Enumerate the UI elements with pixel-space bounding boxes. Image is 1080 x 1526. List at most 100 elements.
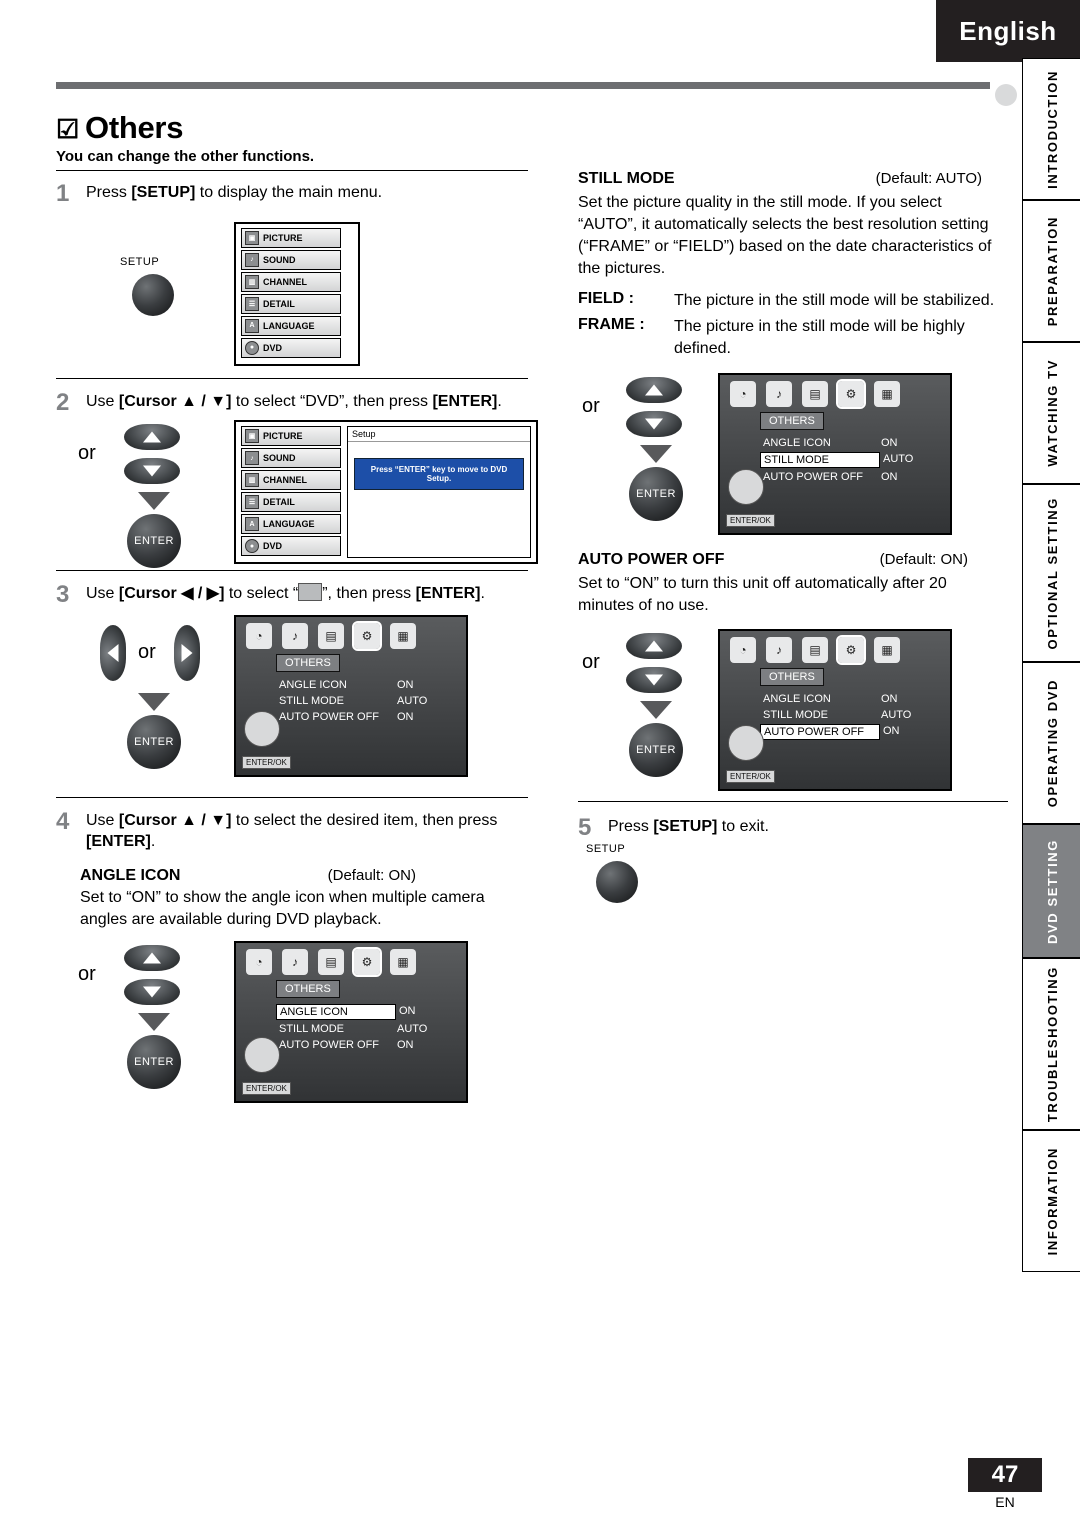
sound-osd-icon[interactable]: ♪ (282, 949, 308, 976)
osd-row-angle-icon-selected[interactable]: ANGLE ICON ON (276, 1004, 466, 1021)
channel-icon: ▥ (245, 274, 259, 289)
step-5-text: Press [SETUP] to exit. (608, 817, 769, 835)
display-osd-icon[interactable]: ▤ (318, 622, 344, 649)
sidebar-item-troubleshooting[interactable]: TROUBLESHOOTING (1022, 958, 1080, 1130)
cursor-up-button[interactable] (124, 945, 180, 972)
setup-menu-mockup-1: ▣ PICTURE ♪ SOUND ▥ CHANNEL ☰ DETAIL A LANGUA… (234, 221, 360, 366)
still-mode-heading-row: STILL MODE (Default: AUTO) (578, 170, 1008, 188)
sidebar-item-watching-tv[interactable]: WATCHING TV (1022, 342, 1080, 484)
still-mode-name: STILL MODE (578, 170, 675, 187)
page-number: 47 (968, 1458, 1042, 1492)
angle-icon-description: Set to “ON” to show the angle icon when … (80, 888, 485, 929)
setup-menu-item-picture[interactable]: ▣ PICTURE (241, 426, 341, 447)
divider-left-2 (56, 377, 528, 379)
cursor-down-button[interactable] (626, 666, 682, 693)
display-osd-icon[interactable]: ▤ (318, 949, 344, 976)
osd-icon-bar: ◔ ♪ ▤ ⚙ ▦ (236, 943, 466, 979)
cursor-up-button[interactable] (124, 424, 180, 451)
osd-row-angle-icon[interactable]: ANGLE ICON ON (760, 692, 950, 706)
step-3-number: 3 (56, 581, 70, 609)
osd-row-auto-power-off[interactable]: AUTO POWER OFF ON (276, 710, 466, 724)
angle-icon-name: ANGLE ICON (80, 866, 181, 884)
enter-button[interactable]: ENTER (629, 466, 683, 521)
field-option-text: The picture in the still mode will be st… (674, 292, 995, 310)
sidebar-item-information[interactable]: INFORMATION (1022, 1130, 1080, 1272)
setup-button[interactable] (132, 273, 174, 316)
setup-menu-item-sound[interactable]: ♪ SOUND (241, 448, 341, 469)
osd-row-auto-power-off[interactable]: AUTO POWER OFF ON (760, 470, 950, 484)
sidebar-item-optional-setting[interactable]: OPTIONAL SETTING (1022, 484, 1080, 662)
page-title-text: Others (85, 110, 184, 145)
sound-osd-icon[interactable]: ♪ (766, 380, 792, 407)
setup-menu-item-picture[interactable]: ▣ PICTURE (241, 227, 341, 248)
cursor-down-button[interactable] (124, 458, 180, 485)
setup-menu-item-dvd[interactable]: ● DVD (241, 337, 341, 358)
enter-button[interactable]: ENTER (127, 1035, 181, 1090)
still-mode-default: (Default: AUTO) (875, 170, 982, 187)
rating-osd-icon[interactable]: ▦ (390, 622, 416, 649)
rating-osd-icon[interactable]: ▦ (874, 636, 900, 663)
cursor-left-button[interactable] (100, 624, 126, 681)
picture-osd-icon[interactable]: ◔ (730, 380, 756, 407)
language-icon: A (245, 318, 259, 333)
enter-button[interactable]: ENTER (127, 514, 181, 569)
sidebar-item-introduction[interactable]: INTRODUCTION (1022, 58, 1080, 200)
display-osd-icon[interactable]: ▤ (802, 636, 828, 663)
sidebar-item-dvd-setting[interactable]: DVD SETTING (1022, 824, 1080, 958)
sound-osd-icon[interactable]: ♪ (766, 636, 792, 663)
osd-title: OTHERS (276, 653, 340, 672)
picture-icon: ▣ (245, 429, 259, 444)
step-2-or-label: or (78, 442, 96, 465)
setup-button[interactable] (596, 861, 638, 904)
cursor-down-button[interactable] (124, 979, 180, 1006)
enter-button[interactable]: ENTER (127, 714, 181, 769)
setup-menu-item-dvd-selected[interactable]: ● DVD (241, 536, 341, 557)
osd-row-angle-icon[interactable]: ANGLE ICON ON (760, 436, 950, 450)
setup-menu-item-language[interactable]: A LANGUAGE (241, 514, 341, 535)
step-2: 2 Use [Cursor ▲ / ▼] to select “DVD”, th… (56, 389, 536, 416)
auto-power-off-description: Set to “ON” to turn this unit off automa… (578, 574, 947, 614)
checkbox-mark-icon: ☑ (56, 114, 80, 144)
osd-dpad-icon (728, 468, 764, 505)
osd-row-still-mode[interactable]: STILL MODE AUTO (276, 694, 466, 708)
sidebar-item-operating-dvd[interactable]: OPERATING DVD (1022, 662, 1080, 824)
step-4: 4 Use [Cursor ▲ / ▼] to select the desir… (56, 808, 536, 853)
osd-row-angle-icon[interactable]: ANGLE ICON ON (276, 678, 466, 692)
setup-menu-item-language[interactable]: A LANGUAGE (241, 315, 341, 336)
osd-rows: ANGLE ICON ON STILL MODE AUTO AUTO POWER O… (276, 678, 466, 724)
setup-menu-item-detail[interactable]: ☰ DETAIL (241, 492, 341, 513)
picture-osd-icon[interactable]: ◔ (246, 949, 272, 976)
setup-menu-item-sound[interactable]: ♪ SOUND (241, 249, 341, 270)
manual-page: English ☑ Others You can change the other… (0, 0, 1080, 1526)
divider-right-1 (578, 800, 1008, 802)
cursor-right-button[interactable] (174, 624, 200, 681)
cursor-down-button[interactable] (626, 410, 682, 437)
osd-enter-ok-label: ENTER/OK (726, 769, 775, 783)
osd-row-still-mode[interactable]: STILL MODE AUTO (276, 1022, 466, 1036)
osd-row-still-mode[interactable]: STILL MODE AUTO (760, 708, 950, 722)
picture-osd-icon[interactable]: ◔ (246, 622, 272, 649)
display-osd-icon[interactable]: ▤ (802, 380, 828, 407)
rating-osd-icon[interactable]: ▦ (390, 949, 416, 976)
sound-osd-icon[interactable]: ♪ (282, 622, 308, 649)
setup-menu-item-channel[interactable]: ▥ CHANNEL (241, 271, 341, 292)
others-osd-icon[interactable]: ⚙ (352, 947, 382, 978)
step-5: 5 Press [SETUP] to exit. (578, 814, 1008, 841)
sidebar-item-preparation[interactable]: PREPARATION (1022, 200, 1080, 342)
rating-osd-icon[interactable]: ▦ (874, 380, 900, 407)
others-osd-icon[interactable]: ⚙ (352, 620, 382, 651)
setup-menu-item-channel[interactable]: ▥ CHANNEL (241, 470, 341, 491)
others-osd-icon[interactable]: ⚙ (836, 634, 866, 665)
side-tab-column: INTRODUCTION PREPARATION WATCHING TV OPT… (1022, 58, 1080, 1272)
cursor-up-button[interactable] (626, 376, 682, 403)
setup-menu-item-detail[interactable]: ☰ DETAIL (241, 293, 341, 314)
osd-row-still-mode-selected[interactable]: STILL MODE AUTO (760, 451, 950, 468)
osd-dpad-icon (728, 724, 764, 761)
enter-button[interactable]: ENTER (629, 722, 683, 777)
cursor-up-button[interactable] (626, 632, 682, 659)
osd-row-auto-power-off[interactable]: AUTO POWER OFF ON (276, 1038, 466, 1052)
picture-osd-icon[interactable]: ◔ (730, 636, 756, 663)
osd-row-auto-power-off-selected[interactable]: AUTO POWER OFF ON (760, 723, 950, 740)
others-osd-icon[interactable]: ⚙ (836, 378, 866, 409)
header-rule (56, 82, 990, 89)
